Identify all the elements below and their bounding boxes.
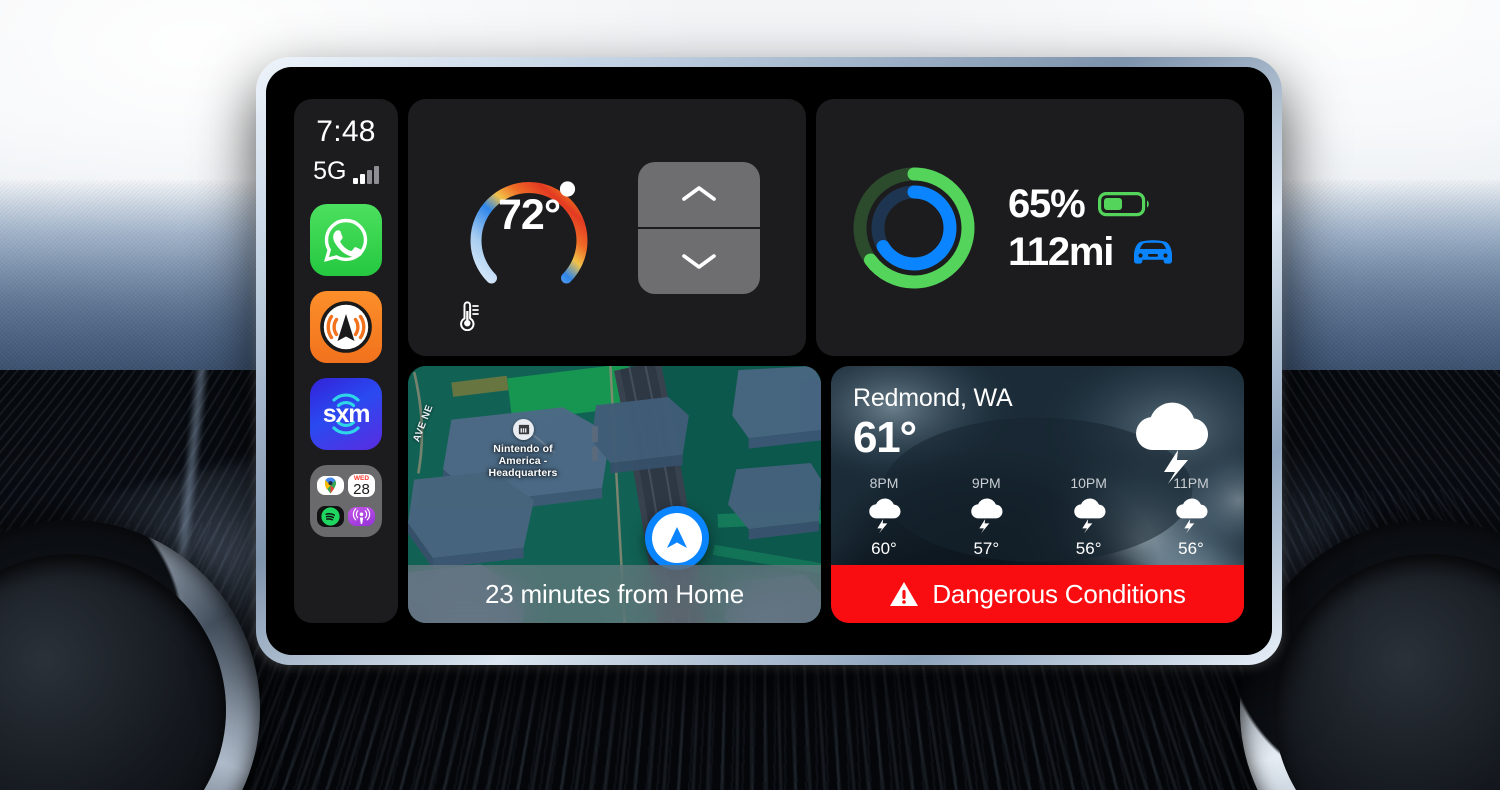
- sidebar-app-overcast[interactable]: [310, 291, 382, 363]
- weather-condition-icon: [1126, 388, 1222, 489]
- ev-battery-line: 65%: [1008, 184, 1179, 224]
- weather-hour-column: 10PM 56°: [1058, 475, 1120, 559]
- temperature-increase-button[interactable]: [638, 162, 760, 227]
- ev-charge-rings: [846, 160, 982, 296]
- spotify-icon: [321, 507, 340, 526]
- sidebar-app-siriusxm[interactable]: sxm: [310, 378, 382, 450]
- status-network-row: 5G: [313, 159, 379, 184]
- weather-alert-banner[interactable]: Dangerous Conditions: [831, 565, 1244, 623]
- folder-app-calendar: WED 28: [348, 473, 375, 498]
- map-poi-pin[interactable]: [513, 419, 534, 440]
- sidebar-app-list: sxm WED 28: [310, 204, 382, 537]
- maps-widget[interactable]: AVE NE Nintendo of America - Headquarter…: [408, 366, 821, 623]
- signal-strength-icon: [353, 166, 379, 184]
- battery-icon: [1098, 191, 1150, 216]
- sidebar-app-folder[interactable]: WED 28: [310, 465, 382, 537]
- map-poi-label: Nintendo of America - Headquarters: [463, 443, 583, 479]
- map-poi-label-line1: Nintendo of: [493, 443, 553, 455]
- carplay-screen: 7:48 5G sxm WED 28 72° 65% 112mi AVE NE …: [266, 67, 1272, 655]
- weather-hour-temp: 60°: [871, 539, 897, 558]
- ev-range-line: 112mi: [1008, 232, 1179, 272]
- ev-battery-percent: 65%: [1008, 181, 1086, 226]
- sidebar-app-whatsapp[interactable]: [310, 204, 382, 276]
- thunderstorm-icon: [971, 498, 1003, 534]
- podcasts-icon: [352, 508, 371, 525]
- weather-hour-column: 9PM 57°: [955, 475, 1017, 559]
- infotainment-screen-bezel: 7:48 5G sxm WED 28 72° 65% 112mi AVE NE …: [256, 57, 1282, 665]
- folder-app-podcasts: [348, 507, 375, 526]
- sxm-wordmark: sxm: [322, 399, 371, 428]
- weather-alert-text: Dangerous Conditions: [932, 578, 1186, 609]
- car-icon: [1134, 239, 1173, 264]
- dashboard-main: 72° 65% 112mi AVE NE Nintendo of America…: [408, 99, 1244, 623]
- map-poi-label-line3: Headquarters: [488, 466, 558, 479]
- ev-readouts: 65% 112mi: [1008, 184, 1179, 272]
- status-time: 7:48: [316, 115, 376, 148]
- carplay-sidebar: 7:48 5G sxm WED 28: [294, 99, 398, 623]
- navigation-arrow-icon: [667, 527, 687, 548]
- weather-hour-temp: 57°: [973, 539, 1000, 558]
- building-icon: [518, 424, 529, 434]
- google-maps-icon: [324, 477, 337, 494]
- ev-status-widget[interactable]: 65% 112mi: [816, 99, 1244, 356]
- climate-widget[interactable]: 72°: [408, 99, 806, 356]
- folder-app-spotify: [317, 506, 344, 527]
- temperature-stepper: [638, 161, 760, 294]
- map-location-puck: [645, 506, 709, 570]
- chevron-up-icon: [682, 186, 716, 201]
- weather-hour-time: 9PM: [971, 475, 1001, 491]
- overcast-icon: [320, 301, 372, 353]
- widget-row-top: 72° 65% 112mi: [408, 99, 1244, 356]
- ev-range-value: 112mi: [1008, 229, 1114, 274]
- network-type-label: 5G: [313, 157, 347, 185]
- thunderstorm-icon: [1073, 498, 1106, 534]
- map-poi-label-line2: America -: [498, 454, 548, 467]
- climate-temperature-value: 72°: [497, 190, 561, 239]
- calendar-day: 28: [353, 481, 370, 498]
- warning-triangle-icon: [890, 582, 919, 606]
- temperature-decrease-button[interactable]: [638, 226, 760, 294]
- weather-hour-column: 11PM 56°: [1160, 475, 1222, 559]
- weather-widget[interactable]: Redmond, WA 61° 8PM 60° 9PM 57° 10PM 56° 11PM 5…: [831, 366, 1244, 623]
- weather-hour-temp: 56°: [1178, 539, 1204, 558]
- weather-hourly-forecast: 8PM 60° 9PM 57° 10PM 56° 11PM 56°: [853, 475, 1222, 559]
- folder-app-google-maps: [317, 476, 344, 495]
- thunderstorm-cloud-icon: [1136, 402, 1209, 484]
- weather-hour-time: 10PM: [1070, 475, 1107, 491]
- weather-hour-time: 11PM: [1173, 475, 1209, 491]
- temperature-gauge: 72°: [454, 153, 604, 331]
- ev-rings-svg: [853, 167, 975, 288]
- map-eta-caption: 23 minutes from Home: [408, 565, 821, 623]
- thunderstorm-icon: [1176, 498, 1208, 534]
- thunderstorm-icon: [869, 498, 901, 534]
- weather-hour-time: 8PM: [869, 475, 899, 491]
- widget-row-bottom: AVE NE Nintendo of America - Headquarter…: [408, 366, 1244, 623]
- weather-hour-column: 8PM 60°: [853, 475, 915, 559]
- weather-hour-temp: 56°: [1075, 539, 1102, 558]
- whatsapp-icon: [324, 218, 368, 262]
- chevron-down-icon: [682, 254, 716, 269]
